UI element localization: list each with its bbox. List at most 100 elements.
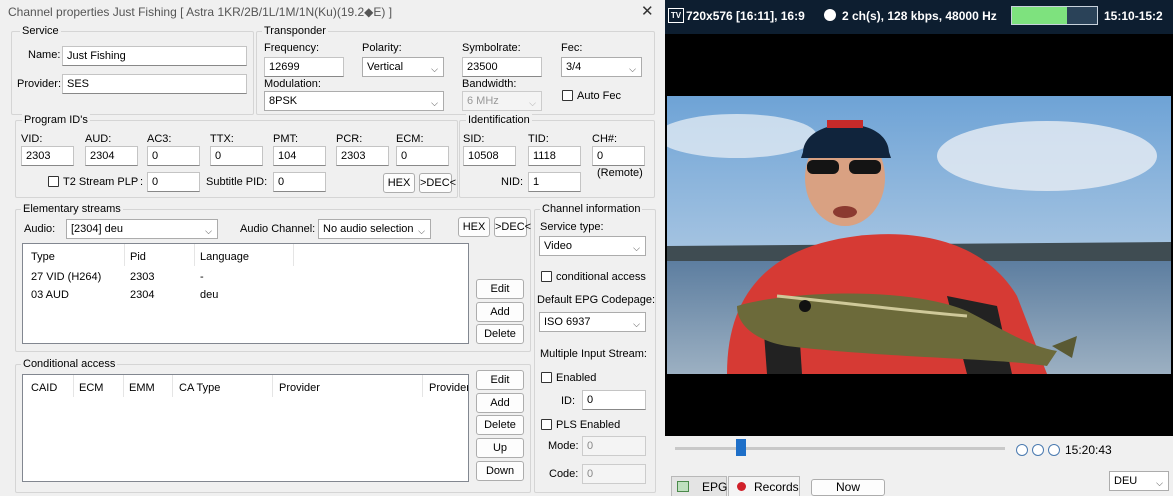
service-type-select[interactable]: Video ⌵ bbox=[539, 236, 646, 256]
player-controls: 15:20:43 bbox=[665, 436, 1173, 464]
audio-channel-select[interactable]: No audio selection ⌵ bbox=[318, 219, 431, 239]
ch-field[interactable]: 0 bbox=[592, 146, 645, 166]
language-value: DEU bbox=[1114, 475, 1138, 487]
time-range-text: 15:10-15:2 bbox=[1104, 9, 1163, 23]
pcr-field[interactable]: 2303 bbox=[336, 146, 389, 166]
column-header-provider[interactable]: Provider bbox=[279, 382, 320, 394]
pause-icon[interactable] bbox=[1032, 444, 1044, 456]
pcr-label: PCR: bbox=[336, 133, 363, 145]
frequency-field[interactable]: 12699 bbox=[264, 57, 344, 77]
chevron-down-icon: ⌵ bbox=[629, 64, 636, 74]
edit-ca-button[interactable]: Edit bbox=[476, 370, 524, 390]
tab-records[interactable]: Records bbox=[728, 476, 800, 496]
column-header-pid[interactable]: Pid bbox=[130, 251, 146, 263]
video-frame[interactable] bbox=[667, 96, 1171, 374]
elementary-streams-group-label: Elementary streams bbox=[21, 203, 123, 215]
delete-ca-button[interactable]: Delete bbox=[476, 415, 524, 435]
modulation-select[interactable]: 8PSK ⌵ bbox=[264, 91, 444, 111]
delete-stream-button[interactable]: Delete bbox=[476, 324, 524, 344]
aud-field[interactable]: 2304 bbox=[85, 146, 138, 166]
up-ca-button[interactable]: Up bbox=[476, 438, 524, 458]
now-button[interactable]: Now bbox=[811, 479, 885, 496]
hex-button[interactable]: HEX bbox=[383, 173, 415, 193]
audio-label: Audio: bbox=[24, 223, 56, 235]
tv-icon: TV bbox=[668, 8, 684, 23]
name-label: Name: bbox=[28, 49, 61, 61]
dec-button-streams[interactable]: >DEC< bbox=[494, 217, 531, 237]
language-select[interactable]: DEU ⌵ bbox=[1109, 471, 1169, 491]
stop-icon[interactable] bbox=[1048, 444, 1060, 456]
audio-channel-label: Audio Channel: bbox=[240, 223, 316, 235]
column-header-language[interactable]: Language bbox=[200, 251, 249, 263]
polarity-label: Polarity: bbox=[362, 42, 402, 54]
nid-field[interactable]: 1 bbox=[528, 172, 581, 192]
autofec-checkbox[interactable] bbox=[562, 90, 573, 101]
enabled-label: Enabled bbox=[556, 372, 597, 384]
fec-select[interactable]: 3/4 ⌵ bbox=[561, 57, 642, 77]
column-header-provider-2[interactable]: Provider bbox=[429, 382, 468, 394]
add-ca-button[interactable]: Add bbox=[476, 393, 524, 413]
bandwidth-select[interactable]: 6 MHz ⌵ bbox=[462, 91, 542, 111]
channel-properties-dialog: Channel properties Just Fishing [ Astra … bbox=[0, 0, 665, 496]
column-header-ecm[interactable]: ECM bbox=[79, 382, 103, 394]
transponder-group-label: Transponder bbox=[262, 25, 328, 37]
pls-enabled-checkbox[interactable] bbox=[541, 419, 552, 430]
sid-field[interactable]: 10508 bbox=[463, 146, 516, 166]
t2-plp-checkbox[interactable] bbox=[48, 176, 59, 187]
column-header-emm[interactable]: EMM bbox=[129, 382, 155, 394]
multiple-input-label: Multiple Input Stream: bbox=[540, 348, 647, 360]
tid-field[interactable]: 1118 bbox=[528, 146, 581, 166]
hex-button-streams[interactable]: HEX bbox=[458, 217, 490, 237]
table-row[interactable]: 27 VID (H264) 2303 - bbox=[23, 270, 468, 286]
conditional-access-list[interactable]: CAID ECM EMM CA Type Provider Provider bbox=[22, 374, 469, 482]
player-bottom-bar: EPG Records Now DEU ⌵ bbox=[665, 464, 1173, 496]
edit-stream-button[interactable]: Edit bbox=[476, 279, 524, 299]
add-stream-button[interactable]: Add bbox=[476, 302, 524, 322]
subtitle-pid-field[interactable]: 0 bbox=[273, 172, 326, 192]
column-divider bbox=[73, 375, 74, 397]
ac3-field[interactable]: 0 bbox=[147, 146, 200, 166]
conditional-access-checkbox[interactable] bbox=[541, 271, 552, 282]
identification-group-label: Identification bbox=[466, 114, 532, 126]
tab-epg[interactable]: EPG bbox=[671, 476, 727, 496]
chevron-down-icon: ⌵ bbox=[529, 98, 536, 108]
ch-label: CH#: bbox=[592, 133, 618, 145]
id-field[interactable]: 0 bbox=[582, 390, 646, 410]
column-header-type[interactable]: Type bbox=[31, 251, 55, 263]
seek-track[interactable] bbox=[675, 447, 1005, 450]
column-header-ca-type[interactable]: CA Type bbox=[179, 382, 220, 394]
ecm-label: ECM: bbox=[396, 133, 424, 145]
vid-field[interactable]: 2303 bbox=[21, 146, 74, 166]
signal-level-fill bbox=[1012, 7, 1068, 24]
code-field[interactable]: 0 bbox=[582, 464, 646, 484]
column-divider bbox=[172, 375, 173, 397]
play-icon[interactable] bbox=[1016, 444, 1028, 456]
audio-select[interactable]: [2304] deu ⌵ bbox=[66, 219, 218, 239]
mode-field[interactable]: 0 bbox=[582, 436, 646, 456]
seek-thumb[interactable] bbox=[736, 439, 746, 456]
column-header-caid[interactable]: CAID bbox=[31, 382, 57, 394]
audio-value: [2304] deu bbox=[71, 223, 123, 235]
enabled-checkbox[interactable] bbox=[541, 372, 552, 383]
ttx-field[interactable]: 0 bbox=[210, 146, 263, 166]
service-group-label: Service bbox=[20, 25, 61, 37]
nid-label: NID: bbox=[501, 176, 523, 188]
provider-field[interactable]: SES bbox=[62, 74, 247, 94]
dec-button[interactable]: >DEC< bbox=[419, 173, 456, 193]
table-row[interactable]: 03 AUD 2304 deu bbox=[23, 288, 468, 304]
player-status-bar: TV 720x576 [16:11], 16:9 2 ch(s), 128 kb… bbox=[665, 0, 1173, 34]
service-type-value: Video bbox=[544, 240, 572, 252]
epg-codepage-select[interactable]: ISO 6937 ⌵ bbox=[539, 312, 646, 332]
pmt-field[interactable]: 104 bbox=[273, 146, 326, 166]
symbolrate-field[interactable]: 23500 bbox=[462, 57, 542, 77]
aud-label: AUD: bbox=[85, 133, 112, 145]
down-ca-button[interactable]: Down bbox=[476, 461, 524, 481]
elementary-streams-list[interactable]: Type Pid Language 27 VID (H264) 2303 - 0… bbox=[22, 243, 469, 344]
epg-tab-label: EPG bbox=[702, 480, 728, 494]
close-icon[interactable]: ✕ bbox=[641, 2, 654, 20]
name-field[interactable]: Just Fishing bbox=[62, 46, 247, 66]
t2-plp-field[interactable]: 0 bbox=[147, 172, 200, 192]
ecm-field[interactable]: 0 bbox=[396, 146, 449, 166]
mode-label: Mode: bbox=[548, 440, 579, 452]
polarity-select[interactable]: Vertical ⌵ bbox=[362, 57, 444, 77]
